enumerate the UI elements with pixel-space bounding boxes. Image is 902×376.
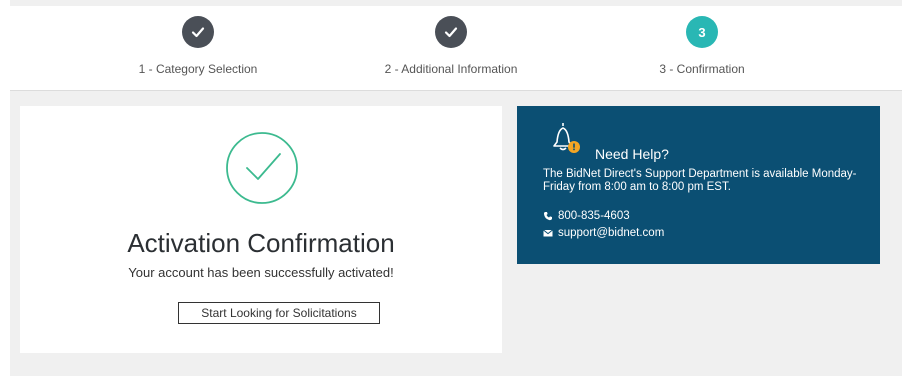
left-edge xyxy=(0,0,10,376)
help-description: The BidNet Direct's Support Department i… xyxy=(543,168,857,193)
step-label: 1 - Category Selection xyxy=(138,62,258,76)
email-address: support@bidnet.com xyxy=(558,227,665,239)
step-additional-information: 2 - Additional Information xyxy=(351,16,551,76)
help-title: Need Help? xyxy=(595,146,669,162)
step-label: 3 - Confirmation xyxy=(659,62,745,76)
success-check-icon xyxy=(226,132,298,204)
step-number-badge: 3 xyxy=(686,16,718,48)
start-looking-button[interactable]: Start Looking for Solicitations xyxy=(178,302,380,324)
step-category-selection: 1 - Category Selection xyxy=(98,16,298,76)
page-title: Activation Confirmation xyxy=(127,228,395,258)
check-icon xyxy=(435,16,467,48)
help-panel: Need Help? The BidNet Direct's Support D… xyxy=(517,106,880,264)
phone-contact[interactable]: 800-835-4603 xyxy=(543,210,630,222)
step-label: 2 - Additional Information xyxy=(384,62,518,76)
step-confirmation: 3 3 - Confirmation xyxy=(602,16,802,76)
check-icon xyxy=(182,16,214,48)
envelope-icon xyxy=(543,229,553,237)
confirmation-card: Activation Confirmation Your account has… xyxy=(20,106,502,353)
email-contact[interactable]: support@bidnet.com xyxy=(543,227,664,239)
phone-icon xyxy=(543,212,552,221)
confirmation-message: Your account has been successfully activ… xyxy=(128,265,394,280)
bell-alert-icon xyxy=(553,123,580,153)
progress-stepper: 1 - Category Selection 2 - Additional In… xyxy=(10,6,902,91)
phone-number: 800-835-4603 xyxy=(558,210,630,222)
